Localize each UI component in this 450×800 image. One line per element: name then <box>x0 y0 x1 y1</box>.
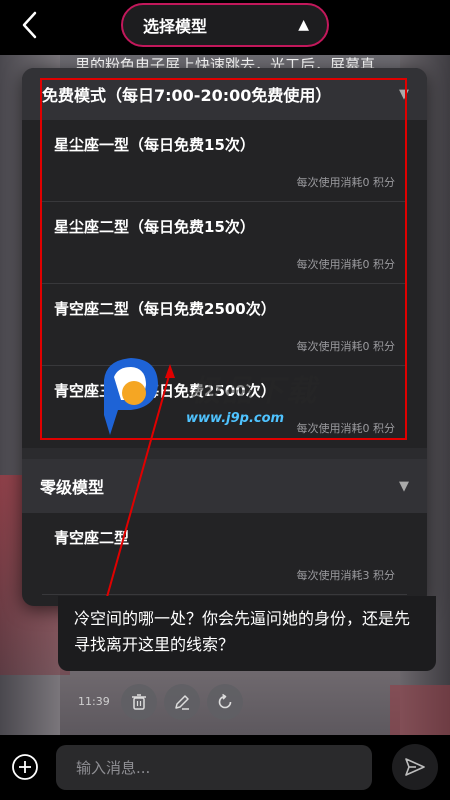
send-icon <box>405 758 425 776</box>
watermark-title: 极品下载 <box>190 374 318 409</box>
trash-icon <box>132 694 146 710</box>
model-option[interactable]: 星尘座二型（每日免费15次） 每次使用消耗0 积分 <box>42 202 407 284</box>
model-option[interactable]: 星尘座一型（每日免费15次） 每次使用消耗0 积分 <box>42 120 407 202</box>
triangle-down-icon: ▼ <box>399 478 409 494</box>
model-select-label: 选择模型 <box>143 17 208 36</box>
model-select-button[interactable]: 选择模型 ▲ <box>121 3 329 47</box>
chat-message-bubble: 冷空间的哪一处？你会先逼问她的身份，还是先寻找离开这里的线索？ <box>58 596 436 671</box>
model-option[interactable]: 青空座二型 每次使用消耗3 积分 <box>42 513 407 595</box>
pencil-icon <box>175 695 189 710</box>
model-option-cost: 每次使用消耗3 积分 <box>296 569 396 582</box>
regenerate-button[interactable] <box>207 684 243 720</box>
triangle-down-icon: ▼ <box>399 86 409 102</box>
group-title: 免费模式（每日7:00-20:00免费使用） <box>42 86 332 105</box>
group-title: 零级模型 <box>40 478 105 497</box>
delete-button[interactable] <box>121 684 157 720</box>
model-option-name: 星尘座二型（每日免费15次） <box>54 218 255 236</box>
model-option-name: 青空座二型（每日免费2500次） <box>54 300 276 318</box>
bottom-input-bar <box>0 735 450 800</box>
model-option-cost: 每次使用消耗0 积分 <box>296 340 396 353</box>
chevron-left-icon <box>22 11 37 39</box>
message-input[interactable] <box>56 745 372 790</box>
refresh-icon <box>218 693 232 709</box>
model-option-name: 青空座二型 <box>54 529 130 547</box>
model-option-cost: 每次使用消耗0 积分 <box>296 422 396 435</box>
edit-button[interactable] <box>164 684 200 720</box>
model-option-name: 星尘座一型（每日免费15次） <box>54 136 255 154</box>
triangle-up-icon: ▲ <box>298 17 309 33</box>
group-header-free[interactable]: 免费模式（每日7:00-20:00免费使用） ▼ <box>22 68 427 120</box>
model-dropdown-panel: 免费模式（每日7:00-20:00免费使用） ▼ 星尘座一型（每日免费15次） … <box>22 68 427 606</box>
watermark-url: www.j9p.com <box>186 411 285 426</box>
model-option[interactable]: 青空座二型（每日免费2500次） 每次使用消耗0 积分 <box>42 284 407 366</box>
model-option-cost: 每次使用消耗0 积分 <box>296 258 396 271</box>
group-divider <box>22 448 427 459</box>
model-option-cost: 每次使用消耗0 积分 <box>296 176 396 189</box>
message-time: 11:39 <box>78 695 110 708</box>
top-bar: 选择模型 ▲ <box>0 0 450 55</box>
plus-circle-icon <box>12 754 38 780</box>
back-button[interactable] <box>16 10 46 40</box>
add-button[interactable] <box>10 752 40 782</box>
send-button[interactable] <box>392 744 438 790</box>
group-header-level-zero[interactable]: 零级模型 ▼ <box>22 459 427 513</box>
